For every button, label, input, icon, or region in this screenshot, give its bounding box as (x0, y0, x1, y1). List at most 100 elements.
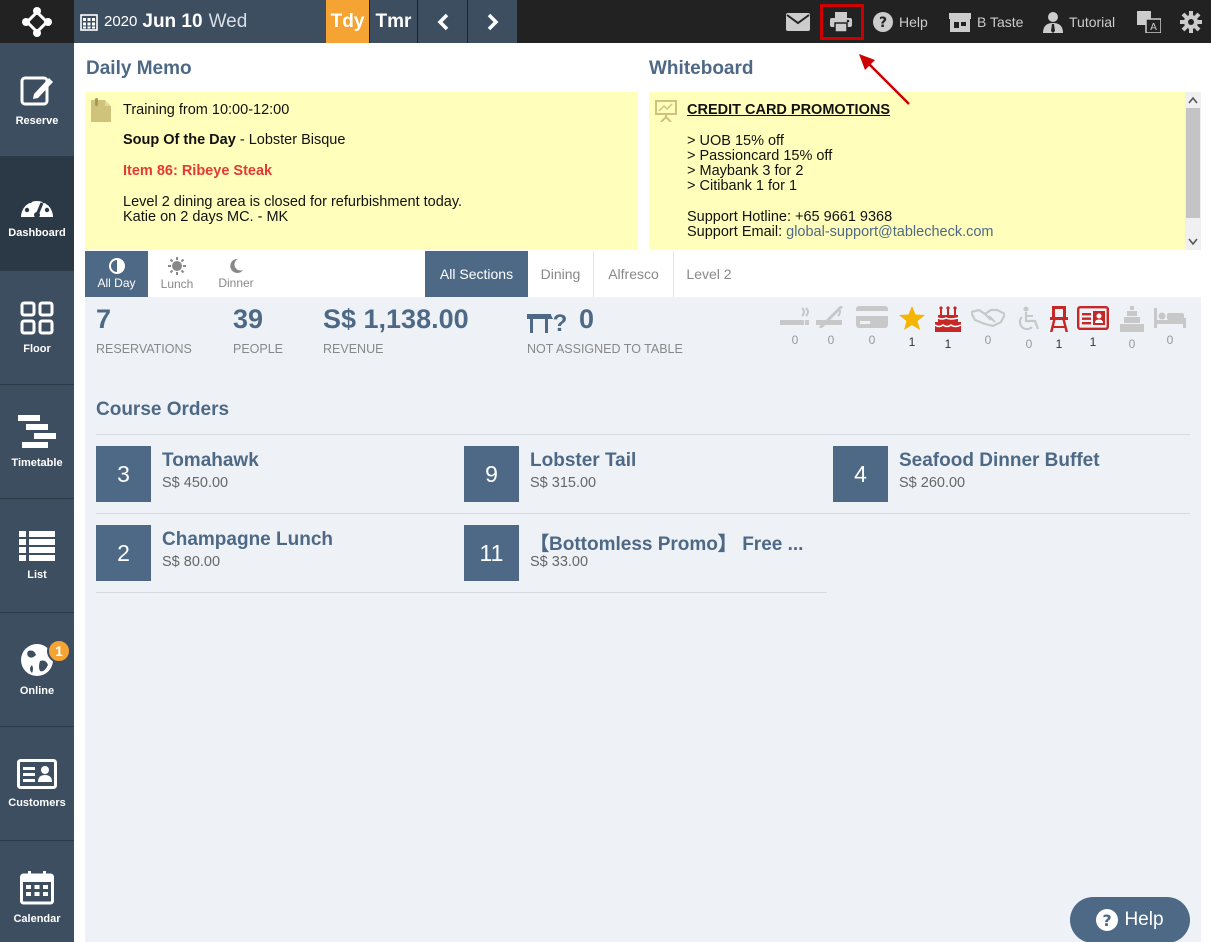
flag-birthday[interactable]: 1 (932, 306, 964, 351)
tab-all-sections[interactable]: All Sections (425, 251, 528, 297)
sidebar-item-calendar[interactable]: Calendar (0, 841, 74, 942)
course-order-item[interactable]: 11 【Bottomless Promo】 Free ... S$ 33.00 (464, 525, 824, 581)
flag-hotel-guest[interactable]: 0 (1154, 306, 1186, 347)
question-circle-icon: ? (873, 11, 893, 32)
tab-lunch[interactable]: Lunch (148, 251, 206, 297)
date-year: 2020 (104, 13, 138, 30)
promo-item: > UOB 15% off (687, 133, 784, 149)
divider (96, 513, 1190, 514)
language-button[interactable]: A (1137, 0, 1167, 43)
unassigned-table-icon: ? (527, 310, 568, 334)
whiteboard-panel[interactable]: CREDIT CARD PROMOTIONS > UOB 15% off > P… (649, 92, 1201, 250)
flag-high-chair[interactable]: 1 (1043, 306, 1075, 351)
dashboard-gauge-icon (21, 194, 53, 218)
tab-level-2[interactable]: Level 2 (674, 251, 744, 297)
logo-icon (22, 6, 52, 37)
today-button[interactable]: Tdy (326, 0, 369, 43)
customer-card-icon (17, 758, 57, 789)
tab-label: Lunch (160, 277, 194, 291)
help-link[interactable]: ? Help (873, 0, 928, 43)
tab-alfresco[interactable]: Alfresco (594, 251, 674, 297)
sidebar-item-label: Online (19, 684, 55, 697)
promo-item: > Citibank 1 for 1 (687, 178, 798, 194)
sidebar-item-list[interactable]: List (0, 499, 74, 613)
people-label: PEOPLE (233, 342, 284, 356)
flag-credit-card[interactable]: 0 (856, 306, 888, 347)
soup-label: Soup Of the Day (123, 132, 236, 148)
flag-member[interactable]: 1 (1077, 306, 1109, 349)
soup-value: Lobster Bisque (248, 132, 346, 148)
flag-count: 0 (791, 333, 799, 347)
flag-vip[interactable]: 1 (896, 306, 928, 349)
course-name: Seafood Dinner Buffet (899, 450, 1100, 471)
revenue-value: S$ 1,138.00 (323, 304, 469, 334)
mail-button[interactable] (786, 0, 816, 43)
sidebar-item-reserve[interactable]: Reserve (0, 43, 74, 157)
tab-dining[interactable]: Dining (528, 251, 594, 297)
birthday-cake-icon (934, 306, 962, 332)
app-logo[interactable] (0, 0, 74, 43)
presentation-board-icon (655, 100, 677, 122)
sidebar-item-floor[interactable]: Floor (0, 271, 74, 385)
course-order-item[interactable]: 4 Seafood Dinner Buffet S$ 260.00 (833, 446, 1190, 502)
course-qty: 9 (464, 446, 519, 502)
scroll-down-icon[interactable] (1188, 238, 1198, 246)
sidebar-item-online[interactable]: 1 Online (0, 613, 74, 727)
smoking-icon (780, 307, 809, 325)
support-hotline: Support Hotline: +65 9661 9368 (687, 209, 893, 225)
flag-business[interactable]: 0 (971, 306, 1005, 347)
sidebar-item-label: Customers (8, 796, 66, 809)
flag-no-smoking[interactable]: 0 (815, 306, 847, 347)
shop-label: B Taste (977, 13, 1024, 30)
support-email-link[interactable]: global-support@tablecheck.com (786, 224, 993, 240)
flag-count: 0 (868, 333, 876, 347)
memo-line-soup: Soup Of the Day - Lobster Bisque (123, 132, 345, 148)
whiteboard-scrollbar[interactable] (1185, 92, 1201, 250)
course-price: S$ 80.00 (162, 554, 221, 570)
svg-text:?: ? (1103, 911, 1112, 930)
flag-wedding[interactable]: 0 (1116, 306, 1148, 351)
sidebar-item-label: List (27, 568, 47, 581)
revenue-label: REVENUE (323, 342, 384, 356)
shop-selector[interactable]: B Taste (949, 0, 1023, 43)
help-floating-label: Help (1124, 909, 1164, 930)
flag-count: 0 (1166, 333, 1174, 347)
course-price: S$ 260.00 (899, 475, 966, 491)
envelope-icon (786, 12, 810, 31)
tab-label: All Day (97, 276, 136, 290)
daily-memo-title: Daily Memo (86, 58, 192, 79)
course-order-item[interactable]: 2 Champagne Lunch S$ 80.00 (96, 525, 456, 581)
high-chair-icon (1050, 306, 1068, 332)
scroll-up-icon[interactable] (1188, 96, 1198, 104)
daily-memo-panel[interactable]: Training from 10:00-12:00 Soup Of the Da… (85, 92, 638, 250)
settings-button[interactable] (1180, 0, 1208, 43)
svg-text:A: A (1150, 22, 1157, 33)
sidebar-item-customers[interactable]: Customers (0, 727, 74, 841)
flag-wheelchair[interactable]: 0 (1013, 306, 1045, 351)
sidebar: Reserve Dashboard Floor Timetable List 1… (0, 43, 74, 942)
date-weekday: Wed (208, 10, 248, 32)
reservations-count: 7 (96, 304, 112, 334)
previous-day-button[interactable] (417, 0, 467, 43)
flag-count: 1 (1089, 335, 1097, 349)
sidebar-item-label: Reserve (15, 114, 59, 127)
flag-smoking[interactable]: 0 (779, 306, 811, 347)
course-name: Lobster Tail (530, 450, 637, 471)
sidebar-item-timetable[interactable]: Timetable (0, 385, 74, 499)
whiteboard-title: Whiteboard (649, 58, 754, 79)
next-day-button[interactable] (467, 0, 517, 43)
help-floating-button[interactable]: ? Help (1070, 897, 1190, 942)
svg-text:?: ? (553, 310, 568, 334)
scrollbar-thumb[interactable] (1186, 108, 1200, 218)
tomorrow-button[interactable]: Tmr (369, 0, 417, 43)
sidebar-item-dashboard[interactable]: Dashboard (0, 157, 74, 271)
help-label: Help (899, 13, 928, 30)
course-order-item[interactable]: 3 Tomahawk S$ 450.00 (96, 446, 456, 502)
tab-all-day[interactable]: All Day (85, 251, 148, 297)
tutorial-link[interactable]: Tutorial (1043, 0, 1115, 43)
timetable-bars-icon (18, 414, 56, 448)
date-picker[interactable]: 2020 Jun 10 Wed (74, 0, 326, 43)
tab-dinner[interactable]: Dinner (206, 251, 266, 297)
course-order-item[interactable]: 9 Lobster Tail S$ 315.00 (464, 446, 824, 502)
course-name: 【Bottomless Promo】 Free ... (530, 534, 804, 555)
